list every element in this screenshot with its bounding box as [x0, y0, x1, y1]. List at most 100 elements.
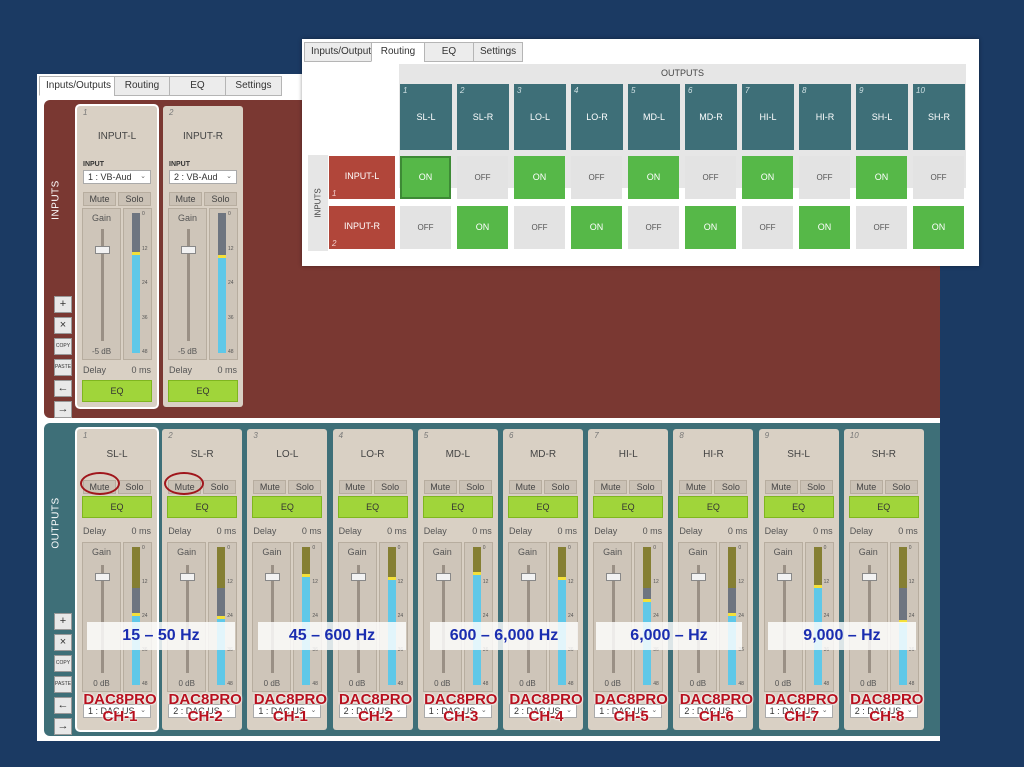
move-left-button[interactable]: ←: [54, 380, 72, 397]
mute-button[interactable]: Mute: [849, 480, 883, 494]
paste-button[interactable]: PASTE: [54, 676, 72, 693]
tab-routing[interactable]: Routing: [114, 76, 170, 96]
delay-row[interactable]: Delay 0 ms: [679, 526, 747, 536]
tab-eq[interactable]: EQ: [169, 76, 226, 96]
solo-button[interactable]: Solo: [118, 480, 151, 494]
mute-button[interactable]: Mute: [764, 480, 798, 494]
delay-row[interactable]: Delay 0 ms: [168, 526, 236, 536]
remove-button[interactable]: ×: [54, 634, 72, 651]
solo-button[interactable]: Solo: [629, 480, 663, 494]
solo-button[interactable]: Solo: [373, 480, 407, 494]
copy-button[interactable]: COPY: [54, 655, 72, 672]
route-toggle[interactable]: OFF: [742, 206, 793, 249]
mute-button[interactable]: Mute: [509, 480, 542, 494]
route-toggle[interactable]: ON: [400, 156, 451, 199]
eq-button[interactable]: EQ: [508, 496, 578, 518]
gain-fader[interactable]: Gain 0 dB: [848, 542, 888, 692]
tab-inputs-outputs[interactable]: Inputs/Outputs: [304, 42, 376, 62]
solo-button[interactable]: Solo: [118, 192, 151, 206]
fader-thumb[interactable]: [180, 573, 196, 581]
tab-routing[interactable]: Routing: [371, 42, 425, 62]
fader-thumb[interactable]: [350, 573, 366, 581]
solo-button[interactable]: Solo: [288, 480, 322, 494]
route-toggle[interactable]: OFF: [685, 156, 736, 199]
route-toggle[interactable]: OFF: [799, 156, 850, 199]
eq-button[interactable]: EQ: [422, 496, 493, 518]
route-toggle[interactable]: ON: [457, 206, 508, 249]
fader-thumb[interactable]: [521, 573, 536, 581]
gain-fader[interactable]: Gain -5 dB: [82, 208, 121, 360]
gain-fader[interactable]: Gain 0 dB: [82, 542, 121, 692]
route-toggle[interactable]: OFF: [514, 206, 565, 249]
move-right-button[interactable]: →: [54, 401, 72, 418]
fader-thumb[interactable]: [435, 573, 451, 581]
route-toggle[interactable]: ON: [571, 206, 622, 249]
eq-button[interactable]: EQ: [337, 496, 408, 518]
fader-thumb[interactable]: [861, 573, 877, 581]
fader-thumb[interactable]: [691, 573, 707, 581]
mute-button[interactable]: Mute: [423, 480, 457, 494]
tab-inputs-outputs[interactable]: Inputs/Outputs: [39, 76, 115, 96]
eq-button[interactable]: EQ: [848, 496, 919, 518]
mute-button[interactable]: Mute: [679, 480, 713, 494]
eq-button[interactable]: EQ: [678, 496, 749, 518]
gain-fader[interactable]: Gain 0 dB: [763, 542, 803, 692]
solo-button[interactable]: Solo: [544, 480, 577, 494]
route-toggle[interactable]: ON: [856, 156, 907, 199]
route-toggle[interactable]: ON: [742, 156, 793, 199]
route-toggle[interactable]: ON: [913, 206, 964, 249]
delay-row[interactable]: Delay 0 ms: [509, 526, 577, 536]
tab-settings[interactable]: Settings: [473, 42, 523, 62]
solo-button[interactable]: Solo: [204, 192, 237, 206]
input-device-select[interactable]: 2 : VB-Aud ⌄: [169, 170, 237, 184]
fader-thumb[interactable]: [95, 573, 110, 581]
fader-thumb[interactable]: [265, 573, 281, 581]
gain-fader[interactable]: Gain 0 dB: [422, 542, 462, 692]
solo-button[interactable]: Solo: [458, 480, 492, 494]
mute-button[interactable]: Mute: [594, 480, 628, 494]
route-toggle[interactable]: ON: [799, 206, 850, 249]
input-device-select[interactable]: 1 : VB-Aud ⌄: [83, 170, 151, 184]
solo-button[interactable]: Solo: [799, 480, 833, 494]
mute-button[interactable]: Mute: [253, 480, 287, 494]
delay-row[interactable]: Delay 0 ms: [424, 526, 492, 536]
delay-row[interactable]: Delay 0 ms: [253, 526, 321, 536]
solo-button[interactable]: Solo: [714, 480, 748, 494]
eq-button[interactable]: EQ: [82, 496, 152, 518]
solo-button[interactable]: Solo: [884, 480, 918, 494]
delay-row[interactable]: Delay 0 ms: [765, 526, 833, 536]
gain-fader[interactable]: Gain 0 dB: [252, 542, 292, 692]
eq-button[interactable]: EQ: [252, 496, 323, 518]
delay-row[interactable]: Delay 0 ms: [850, 526, 918, 536]
gain-fader[interactable]: Gain 0 dB: [167, 542, 207, 692]
delay-row[interactable]: Delay 0 ms: [339, 526, 407, 536]
tab-settings[interactable]: Settings: [225, 76, 282, 96]
route-toggle[interactable]: OFF: [856, 206, 907, 249]
paste-button[interactable]: PASTE: [54, 359, 72, 376]
route-toggle[interactable]: ON: [514, 156, 565, 199]
fader-thumb[interactable]: [776, 573, 792, 581]
move-right-button[interactable]: →: [54, 718, 72, 735]
mute-button[interactable]: Mute: [169, 192, 202, 206]
mute-button[interactable]: Mute: [338, 480, 372, 494]
eq-button[interactable]: EQ: [763, 496, 834, 518]
solo-button[interactable]: Solo: [203, 480, 237, 494]
route-toggle[interactable]: ON: [685, 206, 736, 249]
eq-button[interactable]: EQ: [593, 496, 664, 518]
route-toggle[interactable]: OFF: [571, 156, 622, 199]
eq-button[interactable]: EQ: [167, 496, 238, 518]
gain-fader[interactable]: Gain 0 dB: [337, 542, 377, 692]
gain-fader[interactable]: Gain -5 dB: [168, 208, 207, 360]
move-left-button[interactable]: ←: [54, 697, 72, 714]
mute-button[interactable]: Mute: [83, 192, 116, 206]
copy-button[interactable]: COPY: [54, 338, 72, 355]
add-button[interactable]: +: [54, 613, 72, 630]
route-toggle[interactable]: OFF: [913, 156, 964, 199]
delay-row[interactable]: Delay 0 ms: [594, 526, 662, 536]
gain-fader[interactable]: Gain 0 dB: [593, 542, 633, 692]
fader-thumb[interactable]: [181, 246, 196, 254]
gain-fader[interactable]: Gain 0 dB: [678, 542, 718, 692]
gain-fader[interactable]: Gain 0 dB: [508, 542, 547, 692]
delay-row[interactable]: Delay 0 ms: [169, 365, 237, 375]
route-toggle[interactable]: OFF: [400, 206, 451, 249]
